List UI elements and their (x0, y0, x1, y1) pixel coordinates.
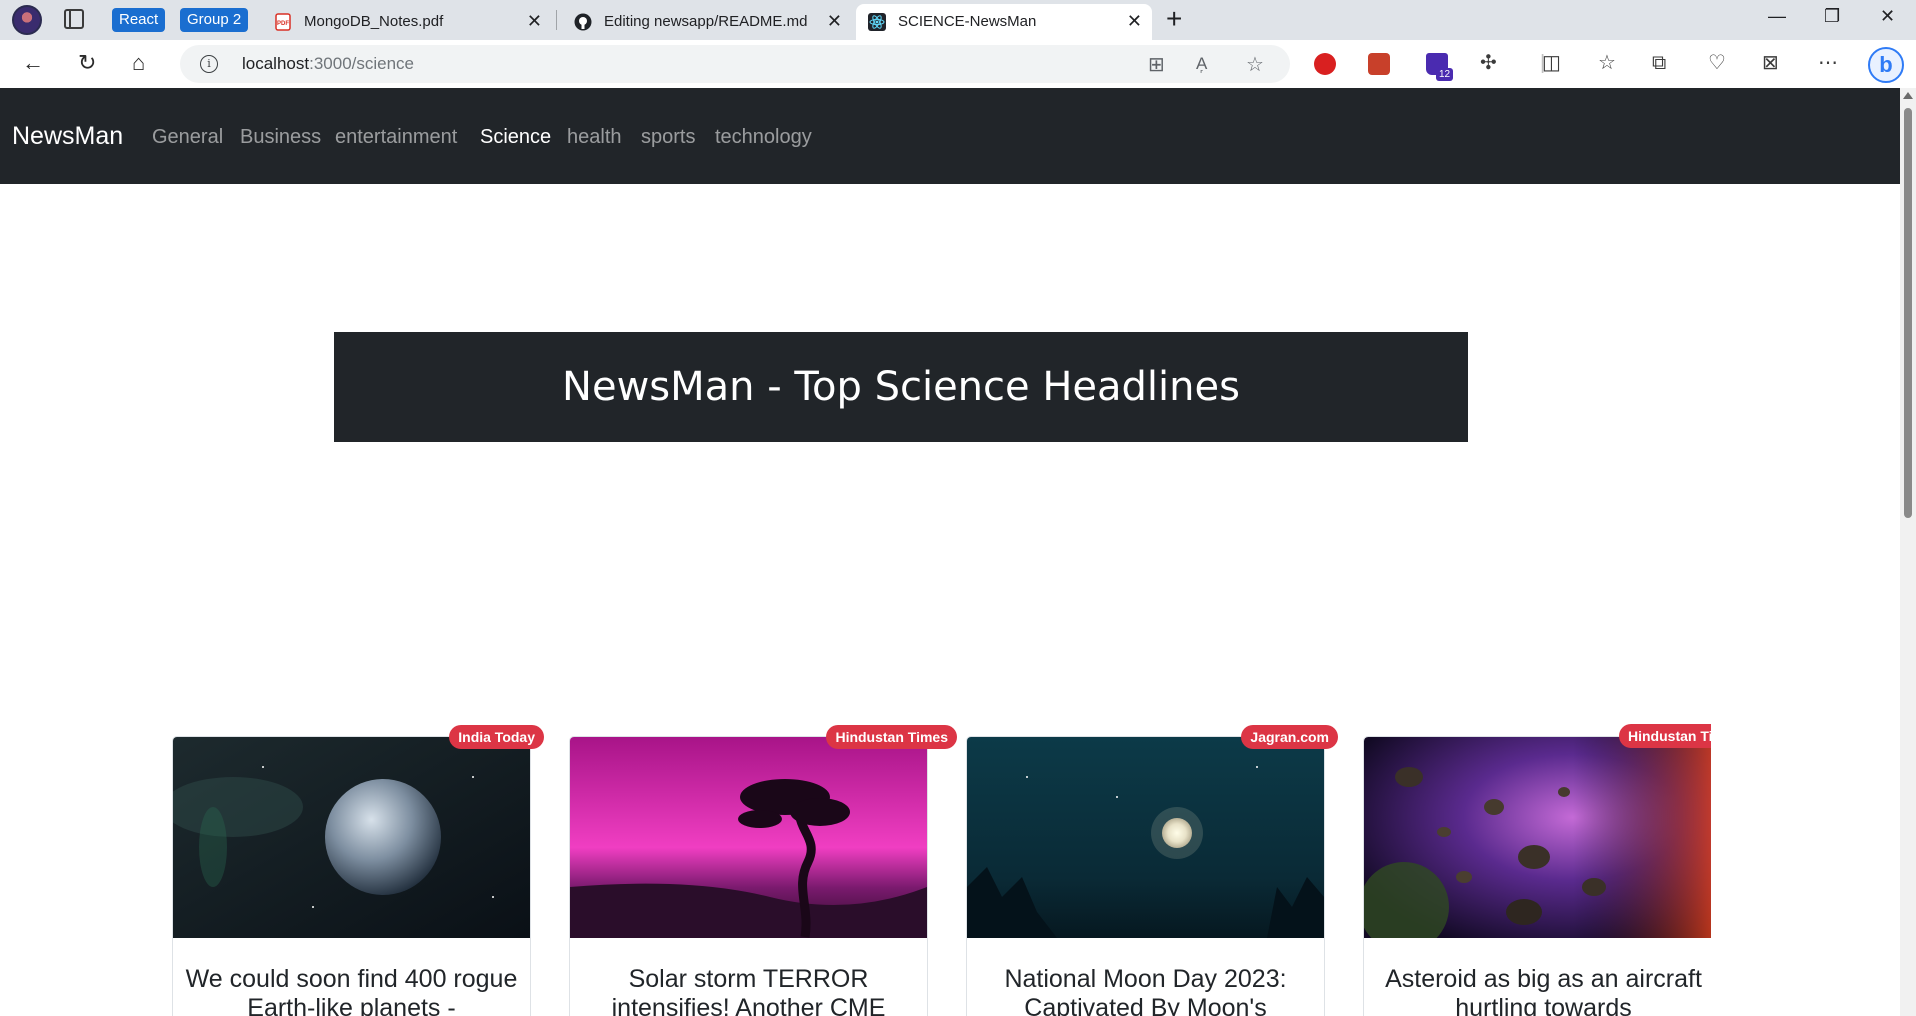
nav-link-health[interactable]: health (567, 126, 622, 149)
extensions-puzzle-icon[interactable]: ✣ (1480, 51, 1497, 75)
news-card[interactable]: India Today We could soon find 400 rogue… (172, 725, 544, 1016)
pdf-icon: PDF (275, 13, 291, 31)
nav-link-technology[interactable]: technology (715, 126, 812, 149)
news-card-title: Asteroid as big as an aircraft hurtling … (1385, 965, 1702, 1016)
page-scrollbar[interactable] (1900, 88, 1916, 1016)
nav-link-general[interactable]: General (152, 126, 223, 149)
news-card-image[interactable] (173, 737, 530, 938)
news-card[interactable]: Jagran.com National Moon Day 2023: Capti… (966, 725, 1338, 1016)
tab-mongodb-notes[interactable]: PDF MongoDB_Notes.pdf ✕ (262, 4, 552, 40)
source-badge: India Today (449, 725, 544, 749)
tab-title: Editing newsapp/README.md at (604, 13, 809, 30)
site-navbar: NewsMan General Business entertainment S… (0, 88, 1900, 184)
tab-group-2[interactable]: Group 2 (180, 8, 249, 32)
headline-banner: NewsMan - Top Science Headlines (334, 332, 1468, 442)
news-card[interactable]: Hindustan Times Solar storm TERROR inten… (569, 725, 957, 1016)
news-card-image[interactable] (967, 737, 1324, 938)
tab-editing-readme[interactable]: Editing newsapp/README.md at ✕ (562, 4, 852, 40)
back-arrow-icon[interactable]: ← (22, 50, 44, 76)
news-card-title: Solar storm TERROR intensifies! Another … (611, 965, 886, 1016)
page-viewport: NewsMan General Business entertainment S… (0, 88, 1900, 1016)
read-aloud-icon[interactable]: A᷊ (1196, 54, 1207, 74)
news-card[interactable]: Asteroid as big as an aircraft hurtling … (1363, 736, 1711, 1016)
health-icon[interactable]: ♡ (1708, 51, 1726, 75)
nav-link-sports[interactable]: sports (641, 126, 695, 149)
scrollbar-thumb[interactable] (1904, 108, 1912, 518)
extension-count-badge: 12 (1436, 68, 1454, 81)
favorites-icon[interactable]: ☆ (1598, 51, 1616, 75)
tab-divider (556, 10, 557, 30)
url-path: :3000/science (309, 54, 415, 73)
copilot-icon[interactable]: b (1868, 47, 1904, 83)
close-icon[interactable]: ✕ (827, 11, 842, 32)
tab-actions-icon[interactable] (64, 9, 84, 29)
nav-link-entertainment[interactable]: entertainment (335, 126, 457, 149)
news-card-title: National Moon Day 2023: Captivated By Mo… (1004, 965, 1287, 1016)
restore-icon[interactable]: ❐ (1824, 6, 1840, 27)
extension-red-icon[interactable] (1314, 53, 1336, 75)
source-badge: Hindustan Times (826, 725, 957, 749)
close-icon[interactable]: ✕ (1127, 11, 1142, 32)
url-host: localhost (242, 54, 310, 73)
minimize-icon[interactable]: — (1768, 6, 1786, 27)
window-close-icon[interactable]: ✕ (1880, 6, 1895, 27)
news-card-title: We could soon find 400 rogue Earth-like … (185, 965, 518, 1016)
tab-science-newsman[interactable]: SCIENCE-NewsMan ✕ (856, 4, 1152, 40)
source-badge: Jagran.com (1241, 725, 1338, 749)
split-screen-icon[interactable]: ◫ (1542, 51, 1561, 75)
apps-icon[interactable]: ⊞ (1148, 52, 1165, 77)
new-tab-icon[interactable]: + (1166, 4, 1182, 34)
close-icon[interactable]: ✕ (527, 11, 542, 32)
browser-toolbar: ← ↻ ⌂ i localhost:3000/science ⊞ A᷊ ☆ 12… (0, 40, 1916, 88)
news-card-image[interactable] (1364, 737, 1711, 938)
collections-icon[interactable]: ⧉ (1652, 51, 1666, 75)
nav-link-business[interactable]: Business (240, 126, 321, 149)
refresh-icon[interactable]: ↻ (78, 50, 96, 76)
tab-title: SCIENCE-NewsMan (898, 13, 1037, 30)
home-icon[interactable]: ⌂ (132, 50, 145, 76)
address-bar[interactable]: i localhost:3000/science ⊞ A᷊ ☆ (180, 45, 1290, 83)
site-info-icon[interactable]: i (200, 55, 218, 73)
url-text[interactable]: localhost:3000/science (242, 54, 414, 74)
github-icon (574, 13, 592, 31)
react-icon (868, 13, 886, 31)
favorite-star-icon[interactable]: ☆ (1246, 52, 1264, 77)
news-card-image[interactable] (570, 737, 927, 938)
svg-text:PDF: PDF (277, 21, 289, 27)
source-badge: Hindustan Ti (1619, 724, 1711, 748)
tab-group-react[interactable]: React (112, 8, 166, 32)
more-menu-icon[interactable]: ⋯ (1818, 51, 1838, 75)
profile-avatar[interactable] (12, 5, 42, 35)
scroll-up-arrow-icon[interactable] (1903, 92, 1913, 99)
tab-title: MongoDB_Notes.pdf (304, 13, 444, 30)
page-heading: NewsMan - Top Science Headlines (562, 364, 1240, 410)
extension-game-icon[interactable] (1368, 53, 1390, 75)
browser-tab-bar: React Group 2 PDF MongoDB_Notes.pdf ✕ Ed… (0, 0, 1916, 40)
nav-link-science[interactable]: Science (480, 126, 551, 149)
brand-logo[interactable]: NewsMan (12, 122, 123, 151)
math-solver-icon[interactable]: ⊠ (1762, 51, 1779, 75)
